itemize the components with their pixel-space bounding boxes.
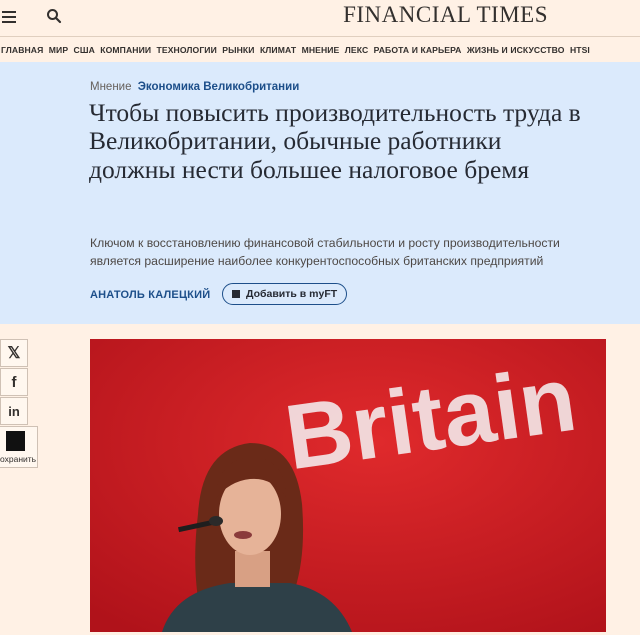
nav-item-markets[interactable]: РЫНКИ (222, 45, 254, 55)
myft-plus-icon (232, 290, 240, 298)
nav-item-us[interactable]: США (74, 45, 95, 55)
nav-item-technology[interactable]: ТЕХНОЛОГИИ (157, 45, 217, 55)
save-icon (6, 431, 25, 451)
nav-item-home[interactable]: ГЛАВНАЯ (1, 45, 43, 55)
save-label: охранить (0, 454, 37, 464)
myft-button-label: Добавить в myFT (246, 288, 338, 300)
kicker-topic-link[interactable]: Экономика Великобритании (138, 81, 300, 93)
nav-item-climate[interactable]: КЛИМАТ (260, 45, 296, 55)
article-kicker: Мнение Экономика Великобритании (90, 81, 299, 93)
article-standfirst: Ключом к восстановлению финансовой стаби… (90, 236, 560, 268)
facebook-icon: f (11, 373, 17, 391)
nav-item-htsi[interactable]: HTSI (570, 45, 590, 55)
ft-logo[interactable]: FINANCIAL TIMES (343, 2, 548, 28)
author-link[interactable]: АНАТОЛЬ КАЛЕЦКИЙ (90, 289, 210, 301)
article-main-image: Britain (90, 339, 606, 632)
save-article-button[interactable]: охранить (0, 426, 38, 468)
share-linkedin-button[interactable]: in (0, 397, 28, 425)
hamburger-menu-icon[interactable] (0, 6, 22, 28)
nav-item-world[interactable]: МИР (49, 45, 68, 55)
share-facebook-button[interactable]: f (0, 368, 28, 396)
add-to-myft-button[interactable]: Добавить в myFT (222, 283, 348, 305)
share-bar: 𝕏 f in охранить (0, 339, 38, 468)
nav-item-lex[interactable]: ЛЕКС (345, 45, 369, 55)
article-headline: Чтобы повысить производительность труда … (89, 98, 581, 184)
linkedin-icon: in (8, 403, 20, 419)
kicker-label: Мнение (90, 81, 132, 93)
article-header: Мнение Экономика Великобритании Чтобы по… (0, 62, 640, 324)
nav-item-opinion[interactable]: МНЕНИЕ (302, 45, 340, 55)
nav-item-life-arts[interactable]: ЖИЗНЬ И ИСКУССТВО (467, 45, 565, 55)
share-x-button[interactable]: 𝕏 (0, 339, 28, 367)
nav-item-work-careers[interactable]: РАБОТА И КАРЬЕРА (374, 45, 462, 55)
search-icon[interactable] (44, 6, 66, 28)
top-bar: FINANCIAL TIMES (0, 0, 640, 36)
nav-item-companies[interactable]: КОМПАНИИ (100, 45, 151, 55)
x-icon: 𝕏 (7, 345, 21, 362)
section-nav: ГЛАВНАЯ МИР США КОМПАНИИ ТЕХНОЛОГИИ РЫНК… (0, 36, 640, 62)
